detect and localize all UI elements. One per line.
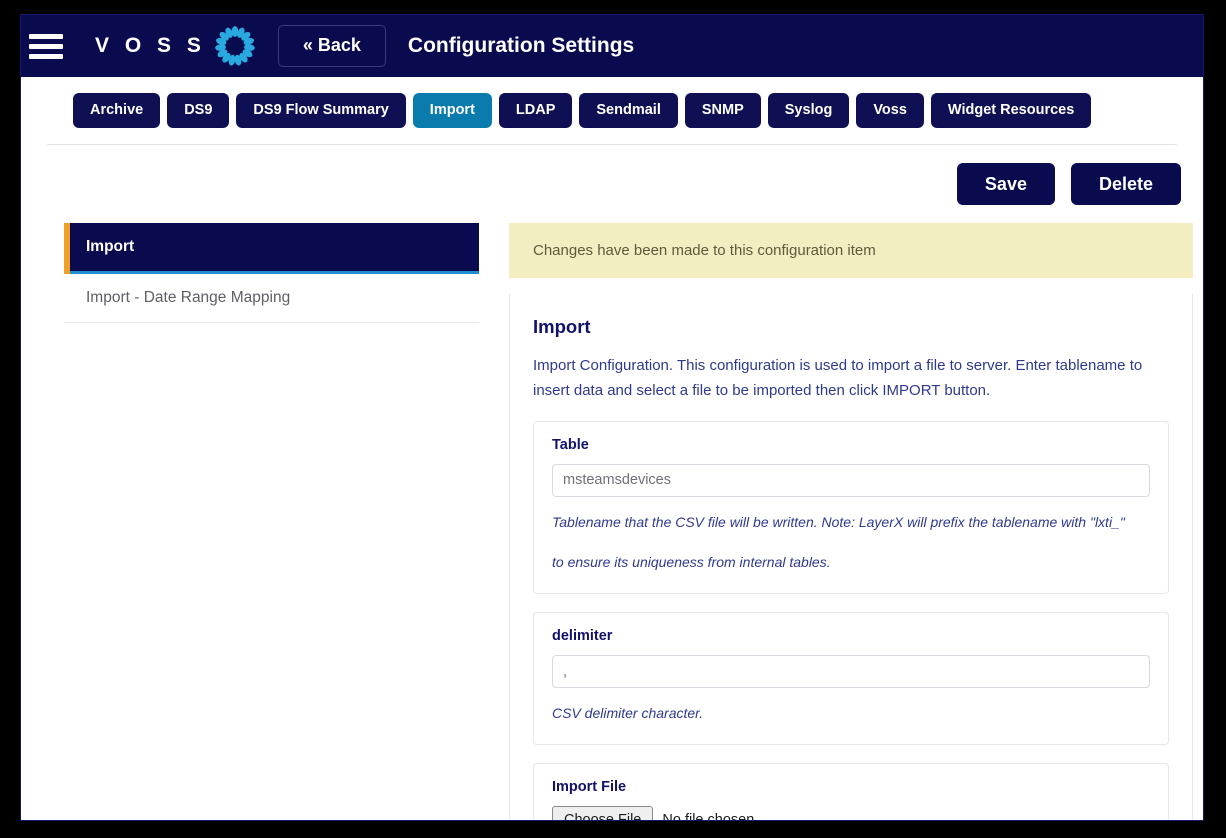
application-window: V O S S — [20, 14, 1204, 821]
field-delimiter-help: CSV delimiter character. — [552, 698, 1150, 728]
changes-alert-banner: Changes have been made to this configura… — [509, 223, 1193, 278]
save-button[interactable]: Save — [957, 163, 1055, 206]
back-button[interactable]: « Back — [278, 25, 386, 67]
tab-syslog[interactable]: Syslog — [768, 93, 850, 128]
tab-widget-resources[interactable]: Widget Resources — [931, 93, 1091, 128]
tab-ldap[interactable]: LDAP — [499, 93, 572, 128]
field-table-label: Table — [552, 437, 1150, 453]
field-delimiter-label: delimiter — [552, 628, 1150, 644]
tab-sendmail[interactable]: Sendmail — [579, 93, 677, 128]
choose-file-button[interactable]: Choose File — [552, 806, 653, 821]
content-area: Import Import - Date Range Mapping Chang… — [21, 223, 1203, 821]
brand: V O S S — [95, 25, 256, 67]
field-table: Table Tablename that the CSV file will b… — [533, 421, 1169, 594]
tab-ds9-flow-summary[interactable]: DS9 Flow Summary — [236, 93, 405, 128]
app-header: V O S S — [21, 15, 1203, 77]
field-import-file-label: Import File — [552, 779, 1150, 795]
page-title: Configuration Settings — [408, 34, 634, 58]
delimiter-input[interactable] — [552, 655, 1150, 688]
field-table-help-line1: Tablename that the CSV file will be writ… — [552, 507, 1150, 537]
voss-petal-logo-icon — [214, 25, 256, 67]
tab-import[interactable]: Import — [413, 93, 492, 128]
file-chosen-status: No file chosen — [662, 812, 754, 821]
table-input[interactable] — [552, 464, 1150, 497]
field-import-file: Import File Choose File No file chosen — [533, 763, 1169, 821]
tab-snmp[interactable]: SNMP — [685, 93, 761, 128]
brand-name: V O S S — [95, 34, 206, 58]
file-picker-row[interactable]: Choose File No file chosen — [552, 806, 1150, 821]
hamburger-menu-icon[interactable] — [29, 31, 63, 61]
main-panel: Changes have been made to this configura… — [509, 223, 1203, 821]
sidebar-item-import[interactable]: Import — [64, 223, 479, 274]
config-sidebar: Import Import - Date Range Mapping — [64, 223, 479, 323]
field-table-help-line2: to ensure its uniqueness from internal t… — [552, 547, 1150, 577]
panel-title: Import — [533, 316, 1169, 338]
tab-archive[interactable]: Archive — [73, 93, 160, 128]
tab-bar: Archive DS9 DS9 Flow Summary Import LDAP… — [21, 77, 1203, 144]
panel-description: Import Configuration. This configuration… — [533, 354, 1169, 403]
import-config-panel: Import Import Configuration. This config… — [509, 294, 1193, 821]
field-delimiter: delimiter CSV delimiter character. — [533, 612, 1169, 745]
delete-button[interactable]: Delete — [1071, 163, 1181, 206]
action-bar: Save Delete — [21, 145, 1203, 224]
tab-ds9[interactable]: DS9 — [167, 93, 229, 128]
sidebar-item-import-date-range-mapping[interactable]: Import - Date Range Mapping — [64, 274, 479, 323]
tab-voss[interactable]: Voss — [856, 93, 924, 128]
